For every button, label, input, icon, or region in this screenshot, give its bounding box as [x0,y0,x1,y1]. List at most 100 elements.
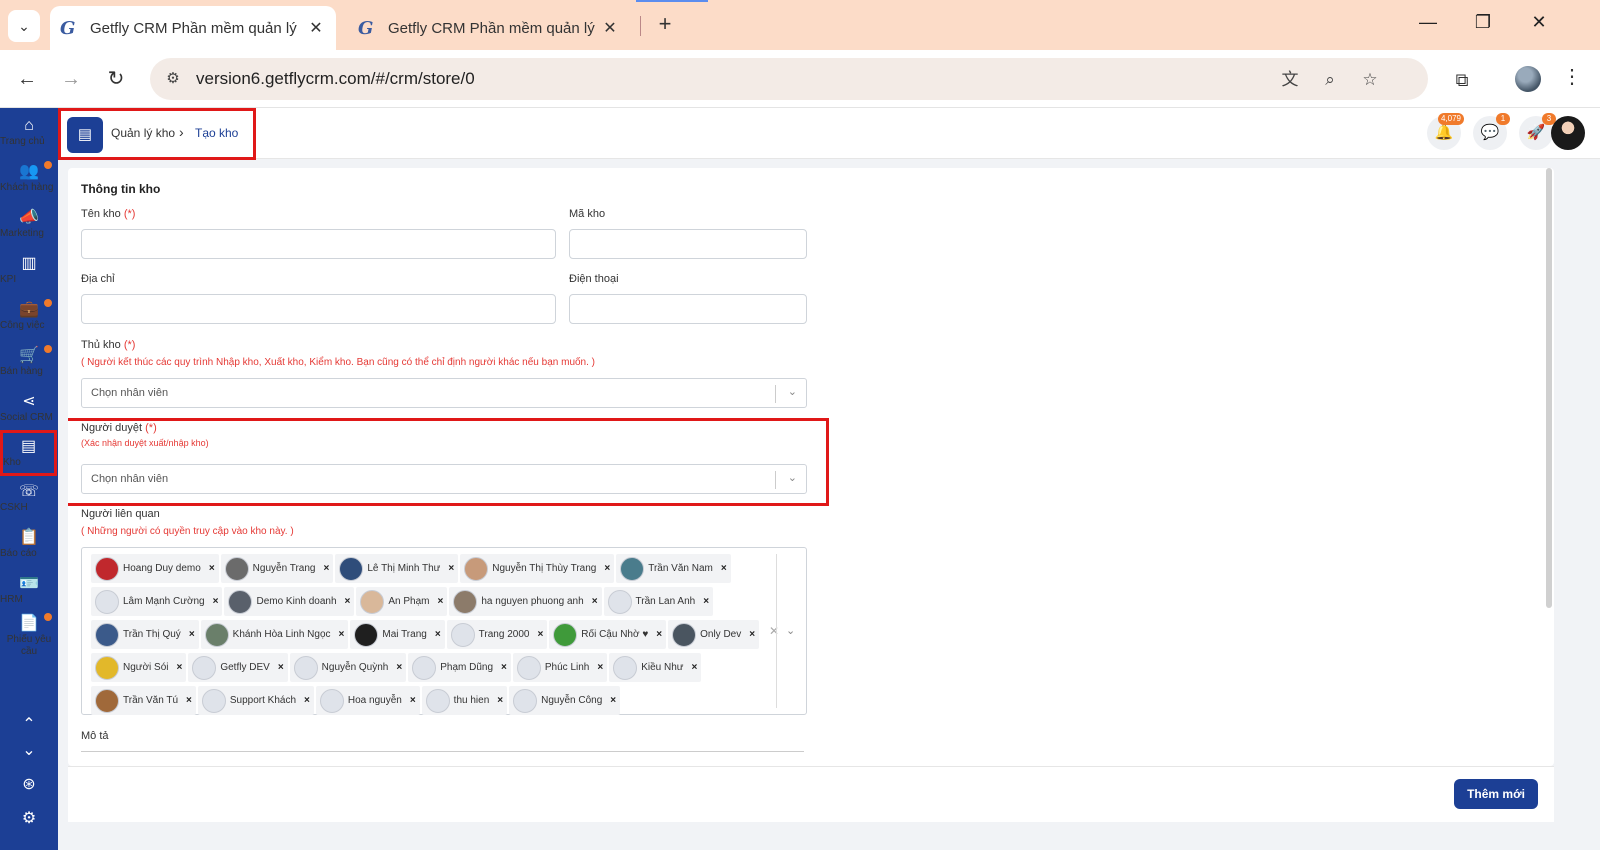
remove-tag-icon[interactable]: × [396,662,402,673]
remove-tag-icon[interactable]: × [278,662,284,673]
description-editor[interactable] [81,751,804,752]
url-text[interactable]: version6.getflycrm.com/#/crm/store/0 [196,69,475,89]
sidebar-item-customer-care[interactable]: ☏ CSKH [0,478,58,524]
remove-tag-icon[interactable]: × [213,596,219,607]
remove-tag-icon[interactable]: × [537,629,543,640]
rocket-button[interactable]: 🚀 3 [1519,113,1556,150]
zoom-icon[interactable]: ⌕ [1318,68,1342,92]
warehouse-keeper-select[interactable]: Chọn nhân viên ⌄ [81,378,807,408]
chevron-down-icon[interactable]: ⌄ [788,471,797,484]
chevron-up-icon[interactable]: ⌃ [0,714,58,734]
remove-tag-icon[interactable]: × [501,662,507,673]
window-close-icon[interactable]: ✕ [1524,12,1554,33]
description-label: Mô tả [81,730,109,742]
avatar [450,622,475,647]
settings-gear-icon[interactable]: ⚙ [0,808,58,828]
address-bar[interactable]: ⚙ version6.getflycrm.com/#/crm/store/0 文… [150,58,1428,100]
remove-tag-icon[interactable]: × [438,596,444,607]
remove-tag-icon[interactable]: × [691,662,697,673]
remove-tag-icon[interactable]: × [448,563,454,574]
sidebar-item-requests[interactable]: 📄 Phiếu yêu cầu [0,610,58,662]
remove-tag-icon[interactable]: × [604,563,610,574]
sidebar-item-sales[interactable]: 🛒 Bán hàng [0,342,58,388]
warehouse-code-label: Mã kho [569,208,606,220]
sidebar-item-tasks[interactable]: 💼 Công việc [0,296,58,342]
person-tag: Support Khách × [197,686,314,715]
person-tag: Nguyễn Thị Thùy Trang × [460,554,615,583]
remove-tag-icon[interactable]: × [189,629,195,640]
messages-button[interactable]: 💬 1 [1473,113,1510,150]
remove-tag-icon[interactable]: × [209,563,215,574]
translate-icon[interactable]: 文 [1278,68,1302,92]
app-header: ▤ Quản lý kho › Tạo kho 🔔 4,079 💬 1 🚀 3 [58,108,1600,160]
remove-tag-icon[interactable]: × [324,563,330,574]
profile-avatar[interactable] [1515,66,1541,92]
sidebar-item-home[interactable]: ⌂ Trang chủ [0,112,58,158]
tab-close-icon[interactable]: ✕ [600,18,620,38]
remove-tag-icon[interactable]: × [497,695,503,706]
approver-select[interactable]: Chọn nhân viên ⌄ [81,464,807,494]
new-tab-button[interactable]: + [650,10,680,40]
add-new-button[interactable]: Thêm mới [1454,779,1538,809]
chevron-down-icon[interactable]: ⌄ [786,624,795,637]
phone-input[interactable] [569,294,807,324]
help-icon[interactable]: ⊛ [0,774,58,794]
remove-tag-icon[interactable]: × [304,695,310,706]
clear-all-icon[interactable]: ✕ [769,624,779,638]
person-tag: Trang 2000 × [446,620,548,649]
breadcrumb-current: Tạo kho [195,126,239,140]
related-people-hint: ( Những người có quyền truy cập vào kho … [81,526,294,537]
remove-tag-icon[interactable]: × [749,629,755,640]
back-icon[interactable]: ← [12,64,42,94]
extensions-icon[interactable]: ⧉ [1448,66,1476,94]
user-avatar[interactable] [1551,116,1585,150]
warehouse-code-input[interactable] [569,229,807,259]
sidebar-item-kpi[interactable]: ▥ KPI [0,250,58,296]
minimize-icon[interactable]: — [1413,12,1443,33]
notification-dot [44,613,52,621]
remove-tag-icon[interactable]: × [592,596,598,607]
remove-tag-icon[interactable]: × [656,629,662,640]
remove-tag-icon[interactable]: × [177,662,183,673]
remove-tag-icon[interactable]: × [345,596,351,607]
remove-tag-icon[interactable]: × [721,563,727,574]
person-tag: Phạm Dũng × [408,653,511,682]
warehouse-icon[interactable]: ▤ [67,117,103,153]
forward-icon[interactable]: → [56,64,86,94]
sidebar-item-reports[interactable]: 📋 Báo cáo [0,524,58,570]
chevron-down-icon[interactable]: ⌄ [788,385,797,398]
remove-tag-icon[interactable]: × [186,695,192,706]
breadcrumb-parent[interactable]: Quản lý kho [111,126,175,140]
remove-tag-icon[interactable]: × [435,629,441,640]
remove-tag-icon[interactable]: × [339,629,345,640]
bookmark-star-icon[interactable]: ☆ [1358,68,1382,92]
notifications-button[interactable]: 🔔 4,079 [1427,113,1464,150]
tag-label: Hoa nguyễn [347,695,402,706]
chevron-down-icon[interactable]: ⌄ [0,740,58,760]
site-settings-icon[interactable]: ⚙ [162,68,184,90]
browser-menu-icon[interactable]: ⋮ [1562,64,1582,89]
address-input[interactable] [81,294,556,324]
sidebar-item-marketing[interactable]: 📣 Marketing [0,204,58,250]
sidebar-item-social-crm[interactable]: ⋖ Social CRM [0,388,58,434]
remove-tag-icon[interactable]: × [597,662,603,673]
sidebar-item-customers[interactable]: 👥 Khách hàng [0,158,58,204]
reload-icon[interactable]: ↻ [101,64,131,94]
warehouse-name-input[interactable] [81,229,556,259]
browser-tab-active[interactable]: G Getfly CRM Phần mềm quản lý ✕ [50,6,336,50]
tag-label: Support Khách [229,695,297,706]
remove-tag-icon[interactable]: × [703,596,709,607]
tab-title: Getfly CRM Phần mềm quản lý [388,19,595,37]
remove-tag-icon[interactable]: × [610,695,616,706]
related-people-multiselect[interactable]: Hoang Duy demo × Nguyễn Trang × Lê Thị Minh … [81,547,807,715]
tab-search-button[interactable]: ⌄ [8,10,40,42]
restore-icon[interactable]: ❐ [1468,12,1498,33]
tag-label: Trần Văn Nam [648,563,713,574]
browser-tab-inactive[interactable]: G Getfly CRM Phần mềm quản lý ✕ [348,6,630,50]
remove-tag-icon[interactable]: × [410,695,416,706]
avatar [95,622,119,647]
scrollbar[interactable] [1546,168,1552,608]
tab-close-icon[interactable]: ✕ [306,18,326,38]
tag-label: Phúc Linh [544,662,590,673]
sidebar-item-warehouse[interactable]: ▤ Kho [0,430,57,476]
